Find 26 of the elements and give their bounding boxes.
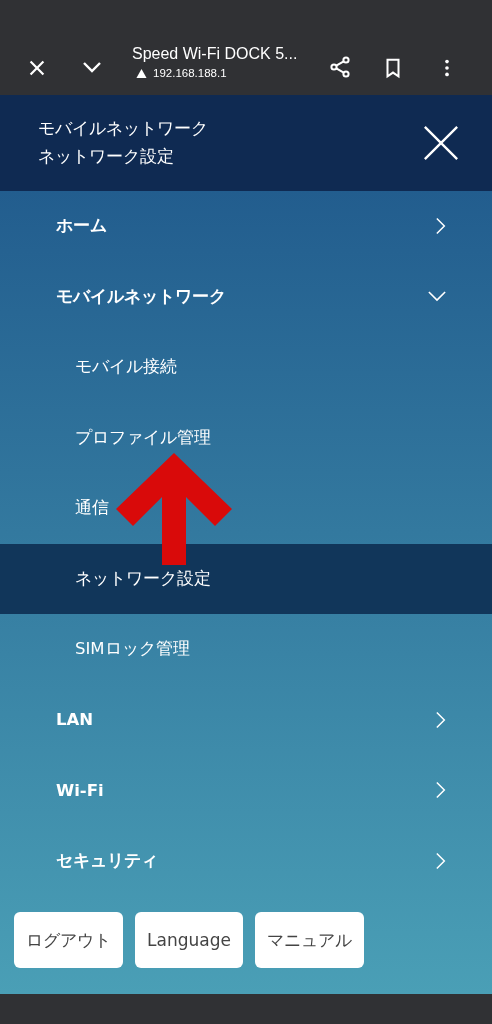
share-icon[interactable] <box>328 55 352 79</box>
menu-item[interactable]: モバイルネットワーク <box>0 261 492 332</box>
chevron-down-icon <box>428 291 446 303</box>
warning-icon <box>136 67 147 79</box>
submenu-item[interactable]: 通信 <box>0 473 492 544</box>
chevron-right-icon <box>436 217 446 236</box>
submenu-item[interactable]: プロファイル管理 <box>0 402 492 473</box>
submenu-item[interactable]: ネットワーク設定 <box>0 543 492 614</box>
menu-item[interactable]: Wi-Fi <box>0 755 492 826</box>
menu-button[interactable]: Language <box>135 912 243 968</box>
submenu-item[interactable]: SIMロック管理 <box>0 614 492 685</box>
menu-item[interactable]: セキュリティ <box>0 825 492 896</box>
chevron-right-icon <box>436 710 446 729</box>
menu-button[interactable]: ログアウト <box>14 912 123 968</box>
arrow-icon <box>116 453 232 565</box>
chevron-right-icon <box>436 781 446 800</box>
breadcrumb-text: モバイルネットワーク <box>38 118 208 140</box>
url-text: 192.168.188.1 <box>153 67 227 79</box>
submenu-item[interactable]: モバイル接続 <box>0 332 492 403</box>
breadcrumb-text: ネットワーク設定 <box>38 146 175 168</box>
menu-item[interactable]: LAN <box>0 684 492 755</box>
menu-button[interactable]: マニュアル <box>254 912 364 968</box>
menu-item[interactable]: ホーム <box>0 191 492 262</box>
chevron-right-icon <box>436 851 446 870</box>
page-title: Speed Wi-Fi DOCK 5... <box>132 45 299 63</box>
close-icon[interactable] <box>422 124 460 162</box>
